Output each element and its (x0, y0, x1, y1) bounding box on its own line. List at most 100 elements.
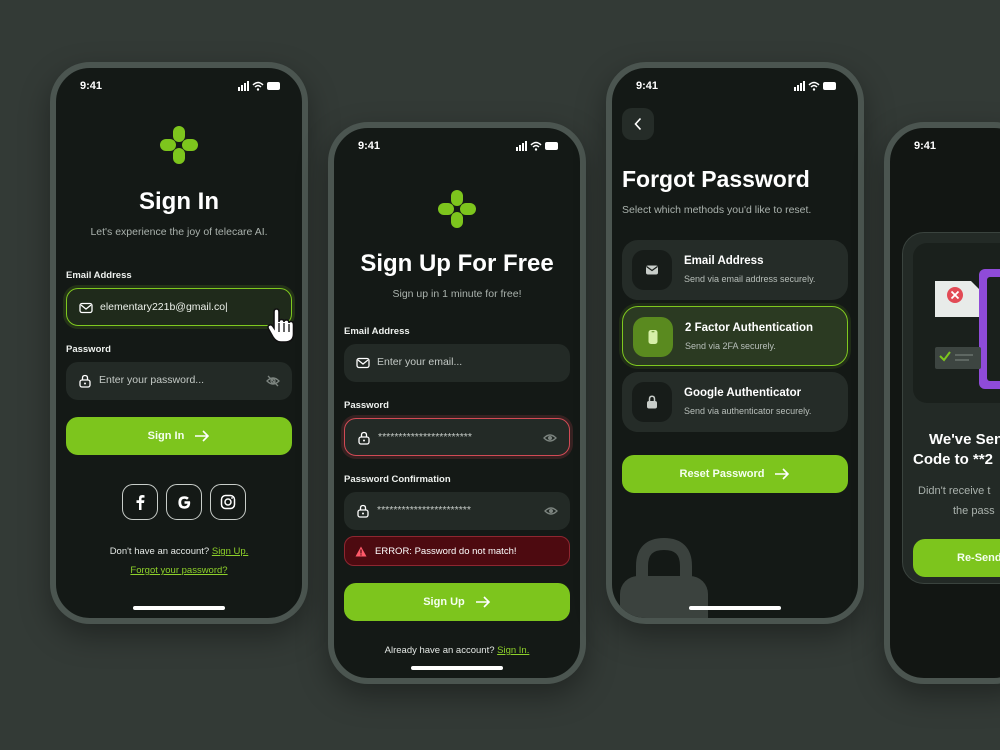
email-field[interactable]: Enter your email... (344, 344, 570, 382)
illustration-panel (913, 243, 1000, 403)
error-text: ERROR: Password do not match! (375, 545, 517, 557)
method-subtitle: Send via authenticator securely. (684, 406, 812, 416)
forgot-password-row: Forgot your password? (56, 565, 302, 576)
error-message: ERROR: Password do not match! (344, 536, 570, 566)
method-title: Google Authenticator (684, 387, 802, 399)
app-logo-icon (160, 126, 198, 164)
method-icon-box (632, 250, 672, 290)
method-email-address[interactable]: Email Address Send via email address sec… (622, 240, 848, 300)
warning-icon (355, 546, 367, 556)
email-field-value: elementary221b@gmail.co| (100, 301, 228, 313)
forgot-password-link[interactable]: Forgot your password? (130, 565, 227, 576)
facebook-icon (136, 495, 145, 510)
eye-icon[interactable] (543, 431, 557, 445)
phone-code-sent: 9:41 We've Sen Code to **2 Didn't receiv… (884, 122, 1000, 684)
password-value: *********************** (378, 431, 472, 443)
home-indicator (411, 666, 503, 670)
back-button[interactable] (622, 108, 654, 140)
home-indicator (689, 606, 781, 610)
method-subtitle: Send via email address securely. (684, 274, 816, 284)
password-label: Password (344, 400, 389, 411)
eye-icon[interactable] (544, 504, 558, 518)
lock-icon (79, 374, 91, 388)
password-field[interactable]: Enter your password... (66, 362, 292, 400)
code-sent-card: We've Sen Code to **2 Didn't receive t t… (902, 232, 1000, 584)
google-icon (177, 495, 190, 509)
home-indicator (133, 606, 225, 610)
instagram-button[interactable] (210, 484, 246, 520)
signup-prompt: Don't have an account? Sign Up. (56, 546, 302, 557)
sign-in-button[interactable]: Sign In (66, 417, 292, 455)
page-title: Sign Up For Free (360, 250, 554, 277)
status-time: 9:41 (914, 140, 937, 152)
method-subtitle: Send via 2FA securely. (685, 341, 776, 351)
email-label: Email Address (344, 326, 410, 337)
status-time: 9:41 (80, 80, 103, 92)
email-field[interactable]: elementary221b@gmail.co| (66, 288, 292, 326)
code-sent-title-line1: We've Sen (929, 431, 1000, 448)
sign-in-button-label: Sign In (147, 430, 185, 442)
security-illustration-icon (935, 269, 1000, 389)
sign-up-button-label: Sign Up (423, 596, 465, 608)
email-label: Email Address (66, 270, 132, 281)
status-bar: 9:41 (56, 78, 302, 94)
mail-icon (646, 265, 658, 275)
password-confirmation-label: Password Confirmation (344, 474, 451, 485)
mail-icon (356, 357, 370, 369)
reset-password-button[interactable]: Reset Password (622, 455, 848, 493)
signup-link[interactable]: Sign Up. (212, 546, 248, 557)
phone-sign-up: 9:41 Sign Up For Free Sign up in 1 minut… (328, 122, 586, 684)
status-bar: 9:41 (334, 138, 580, 154)
code-sent-subtitle-line2: the pass (953, 505, 995, 517)
page-subtitle: Let's experience the joy of telecare AI. (90, 226, 268, 238)
method-title: Email Address (684, 255, 764, 267)
arrow-right-icon (475, 596, 490, 608)
status-bar: 9:41 (890, 138, 1000, 154)
reset-password-button-label: Reset Password (679, 468, 765, 480)
resend-button[interactable]: Re-Send (913, 539, 1000, 577)
arrow-right-icon (775, 468, 790, 480)
method-title: 2 Factor Authentication (685, 322, 813, 334)
method-2fa[interactable]: 2 Factor Authentication Send via 2FA sec… (622, 306, 848, 366)
method-google-authenticator[interactable]: Google Authenticator Send via authentica… (622, 372, 848, 432)
instagram-icon (220, 494, 236, 510)
lock-icon (357, 504, 369, 518)
page-title: Forgot Password (622, 166, 810, 192)
app-logo-icon (438, 190, 476, 228)
password-placeholder: Enter your password... (99, 374, 205, 386)
eye-off-icon[interactable] (266, 374, 280, 388)
arrow-right-icon (195, 430, 210, 442)
lock-illustration-icon (620, 538, 708, 618)
password-label: Password (66, 344, 111, 355)
password-confirmation-field[interactable]: *********************** (344, 492, 570, 530)
status-bar: 9:41 (612, 78, 858, 94)
signin-prompt: Already have an account? Sign In. (334, 645, 580, 656)
facebook-button[interactable] (122, 484, 158, 520)
status-icons (238, 81, 282, 91)
phone-forgot-password: 9:41 Forgot Password Select which method… (606, 62, 864, 624)
status-icons (516, 141, 560, 151)
status-time: 9:41 (636, 80, 659, 92)
password-field[interactable]: *********************** (344, 418, 570, 456)
method-icon-box (633, 317, 673, 357)
sign-up-button[interactable]: Sign Up (344, 583, 570, 621)
mail-icon (79, 302, 93, 314)
password-confirmation-value: *********************** (377, 504, 471, 516)
resend-button-label: Re-Send (957, 552, 1000, 564)
page-subtitle: Select which methods you'd like to reset… (622, 204, 812, 216)
lock-icon (358, 431, 370, 445)
email-placeholder: Enter your email... (377, 356, 463, 368)
signin-link[interactable]: Sign In. (497, 645, 529, 656)
page-title: Sign In (139, 188, 219, 215)
phone-icon (648, 330, 658, 344)
hand-cursor-icon (267, 308, 295, 343)
method-icon-box (632, 382, 672, 422)
status-icons (794, 81, 838, 91)
code-sent-title-line2: Code to **2 (913, 451, 994, 468)
status-time: 9:41 (358, 140, 381, 152)
phone-sign-in: 9:41 Sign In Let's experience the joy of… (50, 62, 308, 624)
signin-prompt-text: Already have an account? (384, 645, 495, 656)
page-subtitle: Sign up in 1 minute for free! (392, 288, 522, 300)
google-button[interactable] (166, 484, 202, 520)
lock-icon (647, 395, 657, 409)
